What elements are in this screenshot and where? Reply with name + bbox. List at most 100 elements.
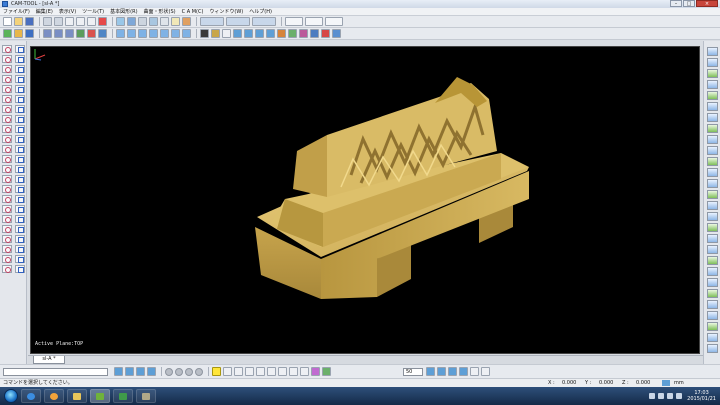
- all-select-dropdown[interactable]: [252, 17, 276, 26]
- view-front-icon[interactable]: [54, 29, 63, 38]
- zoom-fit-icon[interactable]: [426, 367, 435, 376]
- list-panel-icon[interactable]: [136, 367, 145, 376]
- cam-holder-icon[interactable]: [706, 157, 718, 166]
- snap-grid-icon[interactable]: [278, 367, 287, 376]
- cam-report-icon[interactable]: [706, 256, 718, 265]
- snap-surface-icon[interactable]: [311, 367, 320, 376]
- cube-front-icon[interactable]: [116, 29, 125, 38]
- delete-icon[interactable]: [98, 17, 107, 26]
- snap-end-icon[interactable]: [223, 367, 232, 376]
- new-file-icon[interactable]: [3, 17, 12, 26]
- snap-center-icon[interactable]: [245, 367, 254, 376]
- cam-rest-icon[interactable]: [706, 135, 718, 144]
- snap-tangent-icon[interactable]: [289, 367, 298, 376]
- projection-icon[interactable]: [310, 29, 319, 38]
- tray-ime-icon[interactable]: [649, 393, 656, 399]
- cube-left-icon[interactable]: [138, 29, 147, 38]
- taskbar-clock[interactable]: 17:03 2015/01/21: [687, 390, 716, 402]
- intersect-tool-icon[interactable]: [15, 215, 25, 223]
- cam-pencil-icon[interactable]: [706, 124, 718, 133]
- zoom-prev-icon[interactable]: [448, 367, 457, 376]
- cam-trim-icon[interactable]: [706, 333, 718, 342]
- element-select-icon[interactable]: [325, 17, 343, 26]
- measure-tool-icon[interactable]: [2, 205, 12, 213]
- offset-tool-icon[interactable]: [15, 85, 25, 93]
- document-icon[interactable]: [222, 29, 231, 38]
- move-tool-icon[interactable]: [2, 125, 12, 133]
- cam-pocket-icon[interactable]: [706, 91, 718, 100]
- hide-tool-icon[interactable]: [2, 255, 12, 263]
- cam-edit-icon[interactable]: [706, 223, 718, 232]
- ellipse-tool-icon[interactable]: [2, 75, 12, 83]
- tray-flag-icon[interactable]: [676, 393, 683, 399]
- cam-time-icon[interactable]: [706, 300, 718, 309]
- menu-help[interactable]: ヘルプ(H): [246, 8, 275, 16]
- mirror-tool-icon[interactable]: [2, 115, 12, 123]
- circle-tool-icon[interactable]: [2, 65, 12, 73]
- cam-simulate-icon[interactable]: [706, 190, 718, 199]
- screen-icon[interactable]: [200, 29, 209, 38]
- maximize-button[interactable]: □: [683, 0, 695, 7]
- cam-stock-icon[interactable]: [706, 168, 718, 177]
- menu-view[interactable]: 表示(V): [56, 8, 79, 16]
- mode-dot-icon[interactable]: [175, 367, 183, 376]
- cam-rough-icon[interactable]: [706, 58, 718, 67]
- cam-list-icon[interactable]: [706, 234, 718, 243]
- cut-icon[interactable]: [65, 17, 74, 26]
- scale-tool-icon[interactable]: [2, 135, 12, 143]
- extend-tool-icon[interactable]: [15, 95, 25, 103]
- display-icon[interactable]: [149, 17, 158, 26]
- menu-surfaces[interactable]: 曲面・形状(S): [141, 8, 179, 16]
- rectangle-tool-icon[interactable]: [15, 75, 25, 83]
- show-tool-icon[interactable]: [15, 255, 25, 263]
- line-tool-icon[interactable]: [2, 55, 12, 63]
- cam-scan-icon[interactable]: [706, 113, 718, 122]
- mode-dot-icon[interactable]: [185, 367, 193, 376]
- polyline-tool-icon[interactable]: [15, 55, 25, 63]
- zoom-value[interactable]: 50: [403, 367, 423, 376]
- open-folder-icon[interactable]: [14, 17, 23, 26]
- tree-panel-icon[interactable]: [125, 367, 134, 376]
- cam-gouge-icon[interactable]: [706, 289, 718, 298]
- group-tool-icon[interactable]: [15, 235, 25, 243]
- layer-icon[interactable]: [116, 17, 125, 26]
- menu-basic-shapes[interactable]: 基本図形(R): [107, 8, 140, 16]
- cube-right-icon[interactable]: [149, 29, 158, 38]
- view-select-icon[interactable]: [285, 17, 303, 26]
- cam-sort-icon[interactable]: [706, 311, 718, 320]
- render-icon[interactable]: [14, 29, 23, 38]
- trim-tool-icon[interactable]: [2, 95, 12, 103]
- save-icon[interactable]: [25, 17, 34, 26]
- loft-tool-icon[interactable]: [2, 185, 12, 193]
- close-button[interactable]: ×: [696, 0, 718, 7]
- text-tool-icon[interactable]: [15, 145, 25, 153]
- cam-nc-icon[interactable]: [706, 212, 718, 221]
- view-rotate-icon[interactable]: [87, 29, 96, 38]
- zoom-grid-icon[interactable]: [470, 367, 479, 376]
- point-mode-dropdown[interactable]: [200, 17, 224, 26]
- menu-file[interactable]: ファイル(F): [0, 8, 33, 16]
- rotate-tool-icon[interactable]: [15, 115, 25, 123]
- zoom-next-icon[interactable]: [459, 367, 468, 376]
- snap-point-icon[interactable]: [212, 367, 221, 376]
- redraw-icon[interactable]: [332, 29, 341, 38]
- cam-setting-icon[interactable]: [706, 245, 718, 254]
- arc-tool-icon[interactable]: [15, 65, 25, 73]
- undo-icon[interactable]: [43, 17, 52, 26]
- taskbar-explorer-icon[interactable]: [67, 389, 87, 403]
- command-input[interactable]: [3, 367, 108, 376]
- menu-cam[interactable]: C A M(C): [179, 8, 207, 16]
- snap-intersect-icon[interactable]: [256, 367, 265, 376]
- property-panel-icon[interactable]: [147, 367, 156, 376]
- tray-volume-icon[interactable]: [667, 393, 674, 399]
- zoom-all-icon[interactable]: [244, 29, 253, 38]
- menu-tools[interactable]: ツール(T): [79, 8, 107, 16]
- copy-tool-icon[interactable]: [15, 125, 25, 133]
- cam-drill-icon[interactable]: [706, 102, 718, 111]
- start-button[interactable]: [4, 389, 18, 403]
- zoom-out-icon[interactable]: [266, 29, 275, 38]
- cam-verify-icon[interactable]: [706, 179, 718, 188]
- mode-dot-icon[interactable]: [165, 367, 173, 376]
- copy-icon[interactable]: [76, 17, 85, 26]
- cube-back-icon[interactable]: [127, 29, 136, 38]
